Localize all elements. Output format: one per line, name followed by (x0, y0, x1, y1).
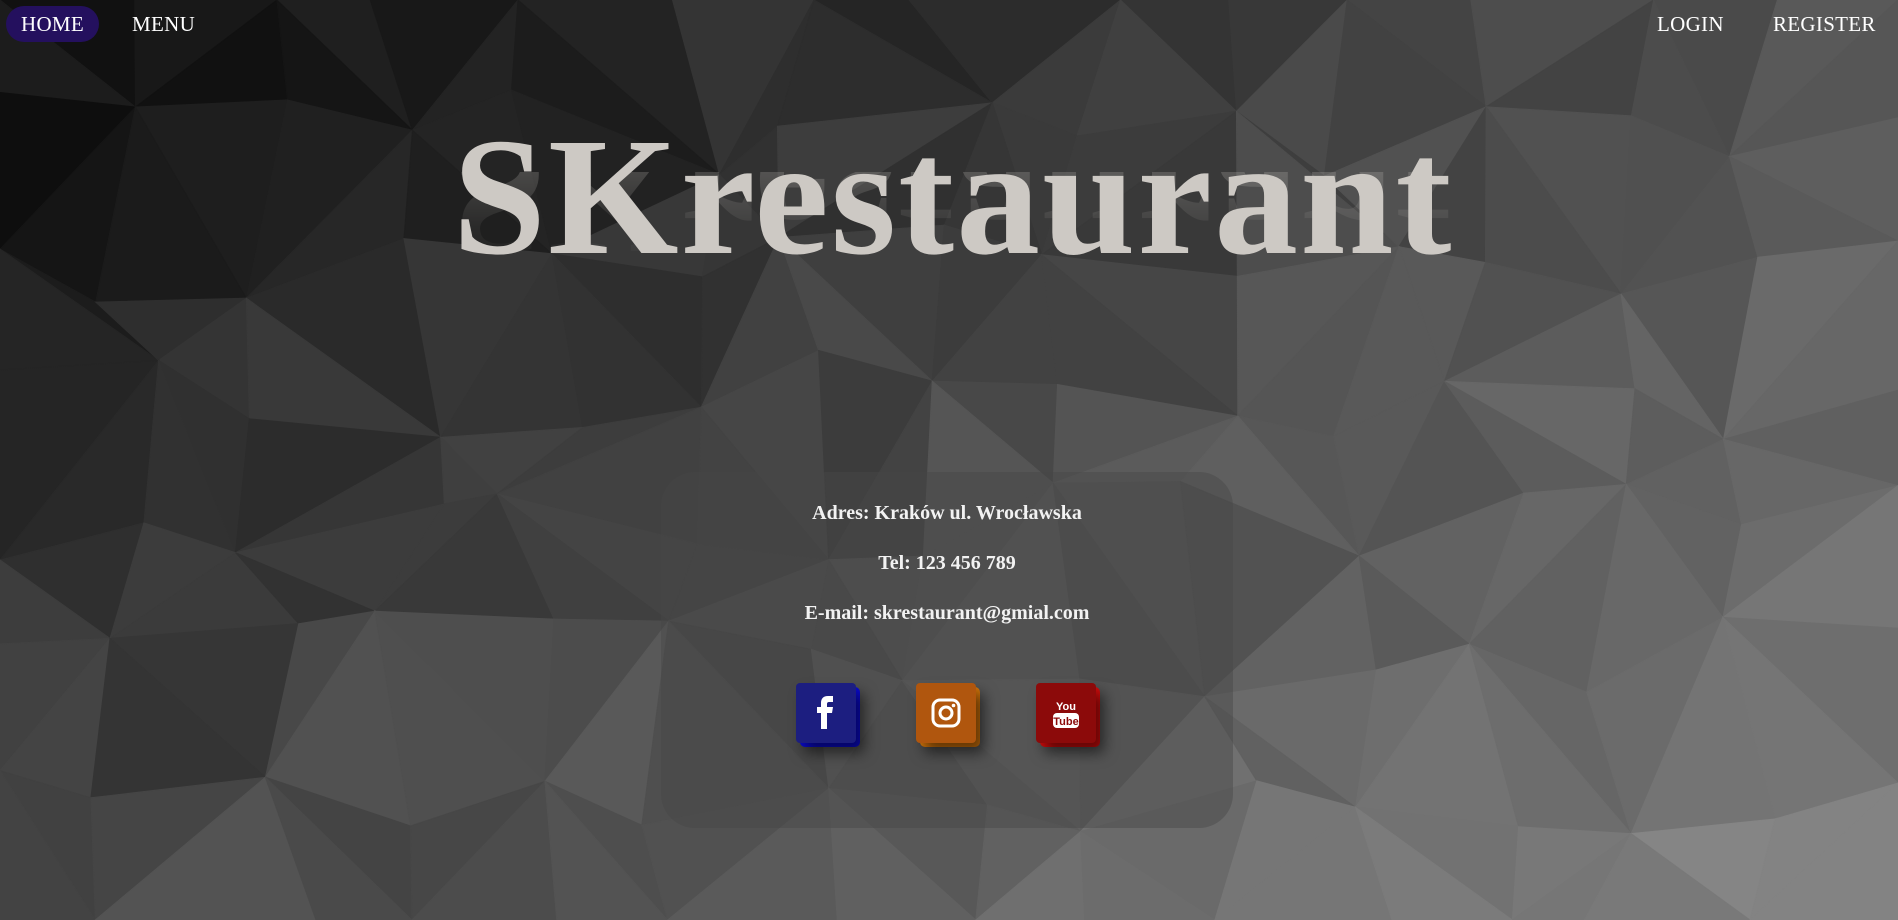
nav-home-link[interactable]: HOME (6, 6, 100, 42)
facebook-icon (817, 696, 833, 729)
nav-menu-link[interactable]: MENU (132, 6, 195, 42)
top-navigation: HOME MENU LOGIN REGISTER (0, 0, 1898, 48)
facebook-button[interactable] (796, 683, 860, 747)
youtube-icon: You Tube (1053, 701, 1079, 728)
instagram-icon (931, 698, 961, 728)
instagram-button[interactable] (916, 683, 980, 747)
youtube-button[interactable]: You Tube (1036, 683, 1100, 747)
svg-text:You: You (1056, 701, 1076, 713)
contact-email: E-mail: skrestaurant@gmial.com (804, 602, 1090, 624)
hero-title-wrap: SKrestaurant (0, 112, 1898, 282)
contact-card: Adres: Kraków ul. Wrocławska Tel: 123 45… (661, 472, 1233, 828)
nav-login-link[interactable]: LOGIN (1657, 6, 1724, 42)
svg-text:Tube: Tube (1053, 716, 1078, 728)
nav-register-link[interactable]: REGISTER (1773, 6, 1876, 42)
site-title: SKrestaurant (452, 104, 1454, 290)
contact-phone: Tel: 123 456 789 (878, 552, 1016, 574)
contact-address: Adres: Kraków ul. Wrocławska (812, 502, 1082, 524)
